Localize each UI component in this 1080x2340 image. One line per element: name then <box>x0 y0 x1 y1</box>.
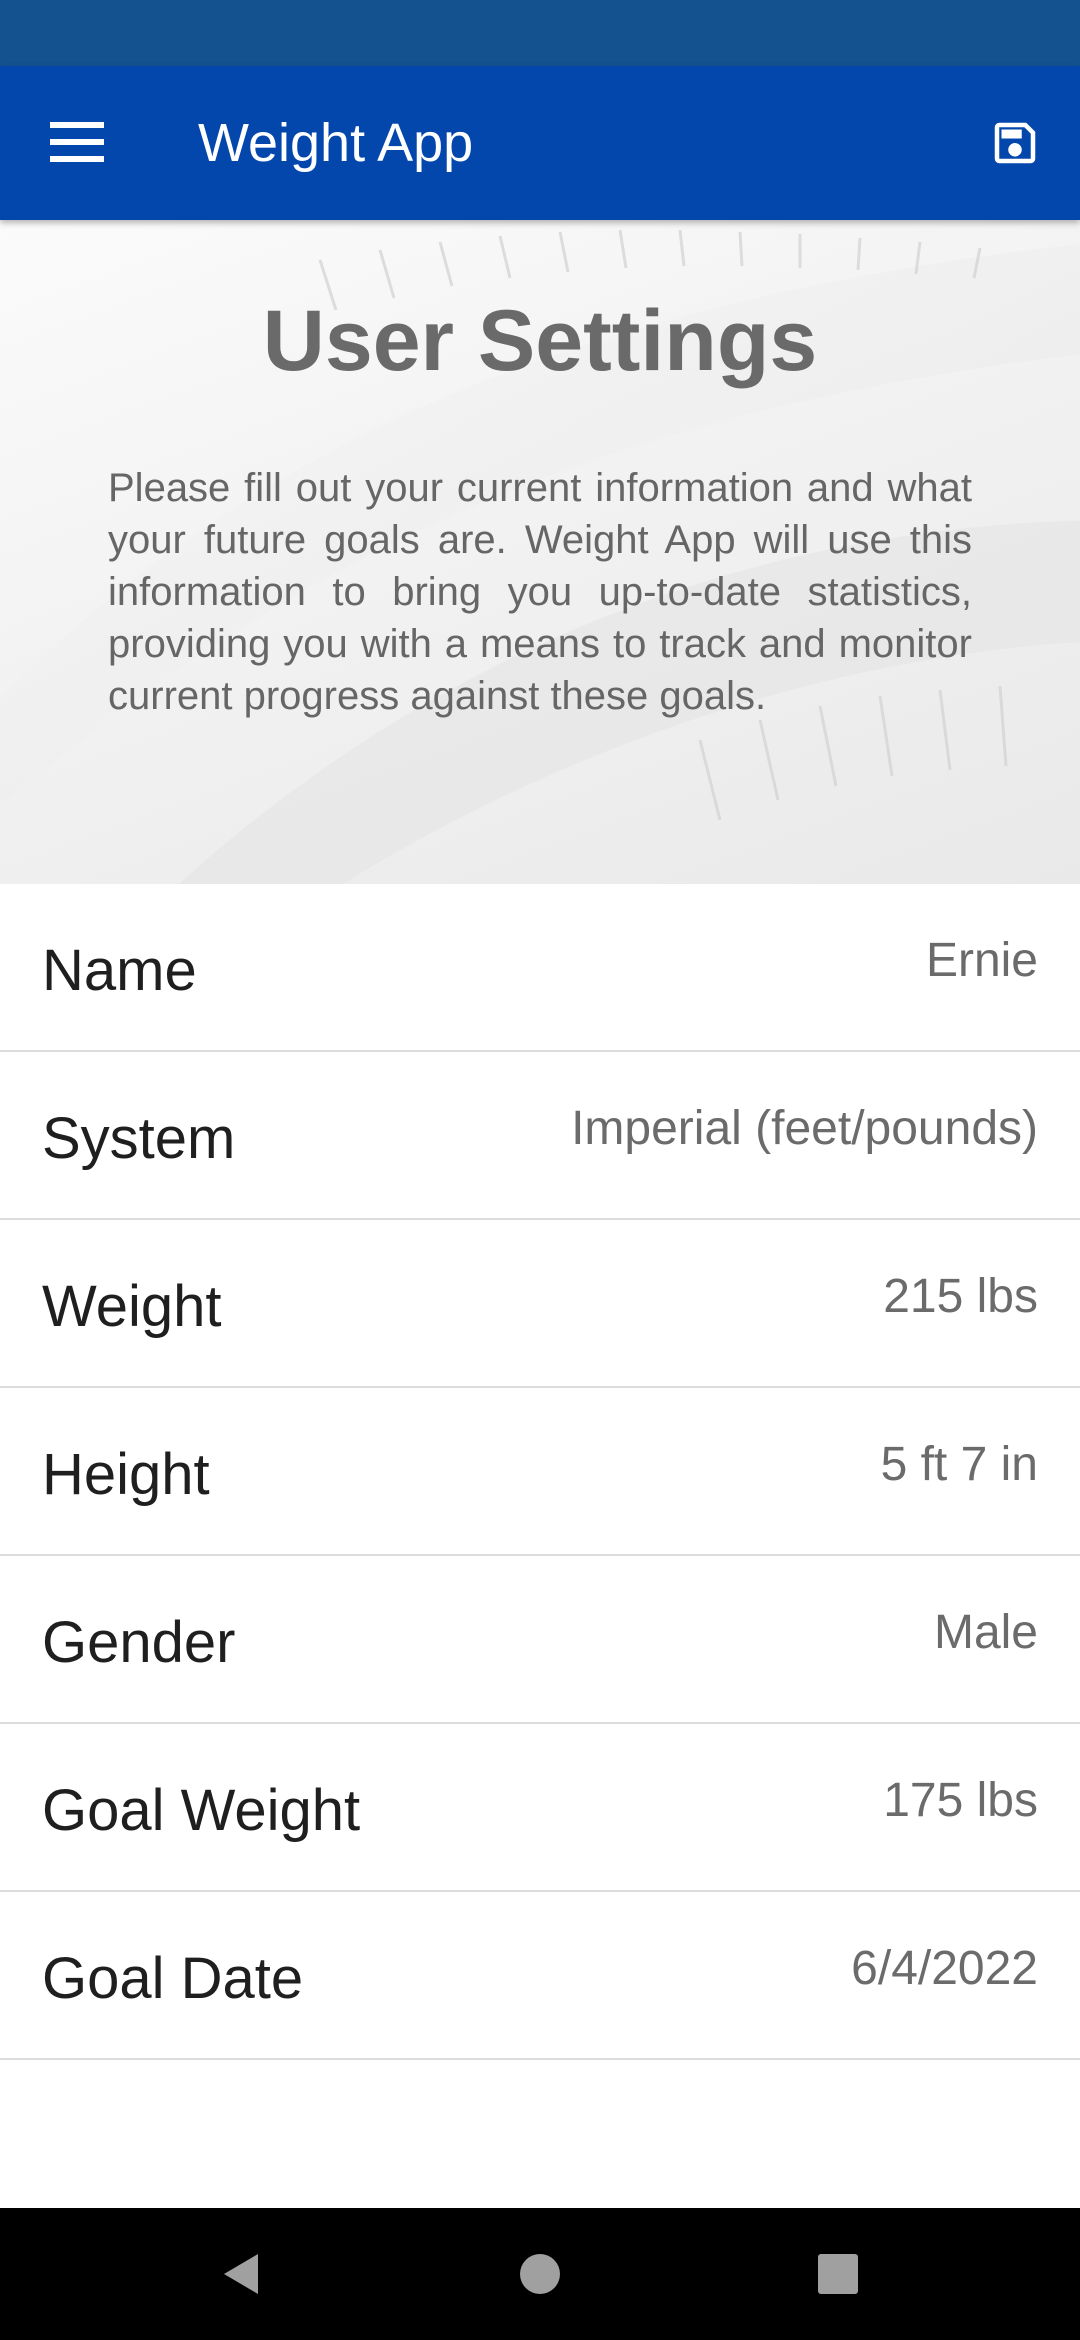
setting-label: Gender <box>42 1610 236 1675</box>
setting-value: Male <box>933 1606 1038 1659</box>
setting-label: System <box>42 1106 236 1171</box>
setting-row-weight[interactable]: Weight 215 lbs <box>0 1220 1080 1388</box>
app-bar: Weight App <box>0 66 1080 220</box>
setting-value: Ernie <box>925 934 1038 987</box>
setting-label: Height <box>42 1442 210 1507</box>
recents-button[interactable] <box>798 2234 878 2314</box>
setting-row-gender[interactable]: Gender Male <box>0 1556 1080 1724</box>
app-title: Weight App <box>198 113 474 173</box>
page-title: User Settings <box>262 293 818 389</box>
back-button[interactable] <box>200 2234 280 2314</box>
home-circle-icon <box>520 2254 560 2294</box>
settings-screen: Weight App User Settings Please fill out… <box>0 0 1080 2340</box>
setting-row-name[interactable]: Name Ernie <box>0 884 1080 1052</box>
hamburger-menu-icon <box>50 122 104 162</box>
home-button[interactable] <box>500 2234 580 2314</box>
setting-value: 5 ft 7 in <box>880 1438 1038 1491</box>
setting-label: Name <box>42 938 197 1003</box>
back-triangle-icon <box>224 2254 258 2294</box>
settings-header: User Settings Please fill out your curre… <box>0 220 1080 884</box>
setting-row-goal-weight[interactable]: Goal Weight 175 lbs <box>0 1724 1080 1892</box>
settings-list: Name Ernie System Imperial (feet/pounds)… <box>0 884 1080 2060</box>
setting-value: Imperial (feet/pounds) <box>571 1102 1038 1155</box>
page-description: Please fill out your current information… <box>108 466 972 718</box>
floppy-save-icon <box>994 122 1036 164</box>
setting-label: Weight <box>42 1274 222 1339</box>
save-button[interactable] <box>972 100 1058 186</box>
recents-square-icon <box>818 2254 858 2294</box>
menu-button[interactable] <box>30 100 124 184</box>
system-navigation-bar <box>0 2208 1080 2340</box>
setting-value: 6/4/2022 <box>851 1942 1038 1995</box>
setting-row-goal-date[interactable]: Goal Date 6/4/2022 <box>0 1892 1080 2060</box>
setting-label: Goal Weight <box>42 1778 361 1843</box>
setting-row-system[interactable]: System Imperial (feet/pounds) <box>0 1052 1080 1220</box>
setting-label: Goal Date <box>42 1946 304 2011</box>
setting-value: 175 lbs <box>883 1774 1038 1827</box>
setting-value: 215 lbs <box>883 1270 1038 1323</box>
setting-row-height[interactable]: Height 5 ft 7 in <box>0 1388 1080 1556</box>
status-bar <box>0 0 1080 66</box>
